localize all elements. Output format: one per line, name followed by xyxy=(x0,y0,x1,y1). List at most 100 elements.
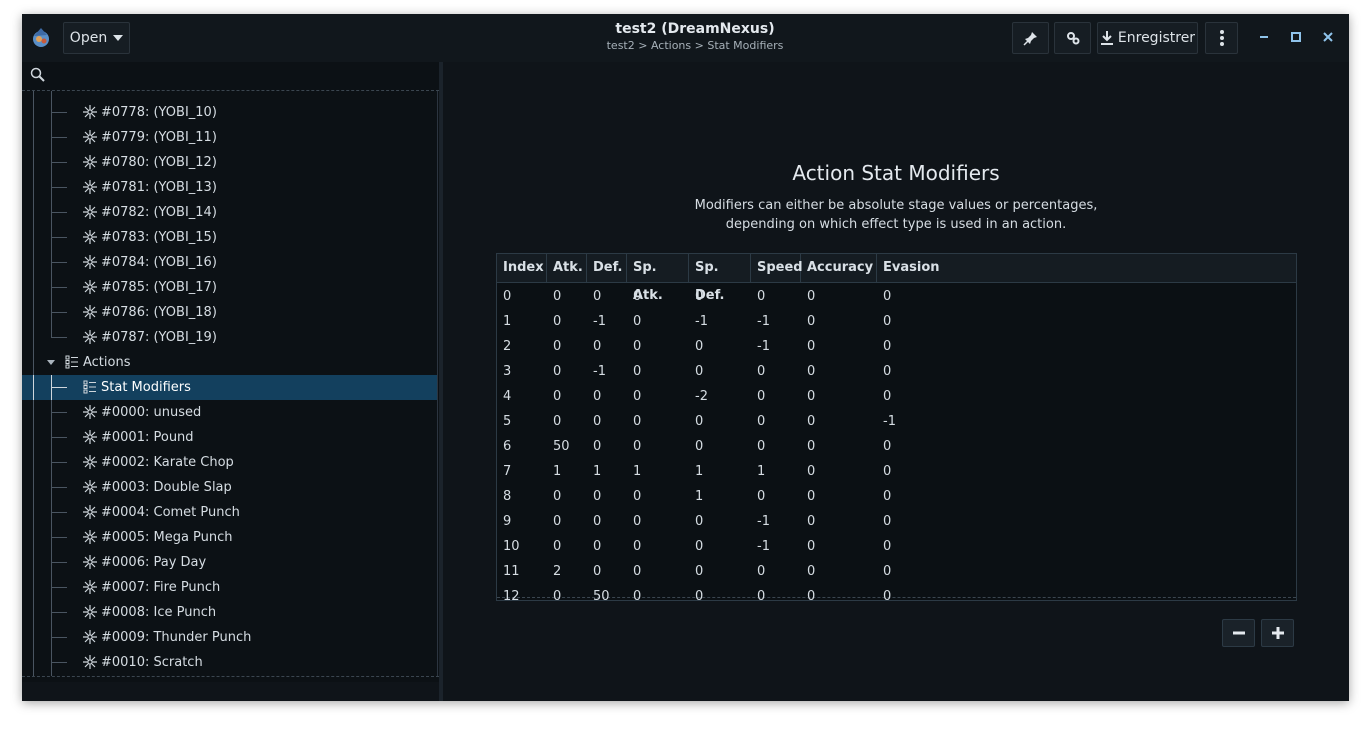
table-cell[interactable]: -1 xyxy=(751,334,801,359)
tree-item[interactable]: #0006: Pay Day xyxy=(22,550,437,575)
table-cell[interactable]: 9 xyxy=(497,509,547,534)
table-row[interactable]: 71111100 xyxy=(497,459,1296,484)
table-cell[interactable]: -1 xyxy=(587,309,627,334)
table-cell[interactable]: 0 xyxy=(877,459,1296,484)
minimize-button[interactable] xyxy=(1254,28,1274,48)
table-cell[interactable]: 0 xyxy=(547,584,587,600)
table-cell[interactable]: 0 xyxy=(689,284,751,309)
search-bar[interactable] xyxy=(22,62,439,91)
table-cell[interactable]: 0 xyxy=(801,534,877,559)
table-cell[interactable]: 3 xyxy=(497,359,547,384)
table-cell[interactable]: 0 xyxy=(801,434,877,459)
table-cell[interactable]: 0 xyxy=(587,484,627,509)
table-cell[interactable]: 0 xyxy=(801,359,877,384)
table-cell[interactable]: 0 xyxy=(751,359,801,384)
tree-item[interactable]: #0004: Comet Punch xyxy=(22,500,437,525)
table-cell[interactable]: 0 xyxy=(627,284,689,309)
tree-item[interactable]: #0003: Double Slap xyxy=(22,475,437,500)
tree-item[interactable]: #0000: unused xyxy=(22,400,437,425)
table-cell[interactable]: 0 xyxy=(547,409,587,434)
tree-item[interactable]: #0002: Karate Chop xyxy=(22,450,437,475)
table-cell[interactable]: 50 xyxy=(547,434,587,459)
table-cell[interactable]: 0 xyxy=(627,559,689,584)
table-cell[interactable]: 0 xyxy=(801,384,877,409)
table-row[interactable]: 6 50 0 0 0 0 0 0 xyxy=(497,434,1296,459)
table-cell[interactable]: 0 xyxy=(627,484,689,509)
table-cell[interactable]: 11 xyxy=(497,559,547,584)
tree-item[interactable]: #0782: (YOBI_14) xyxy=(22,200,437,225)
column-header-index[interactable]: Index xyxy=(497,254,547,282)
tree-group-actions[interactable]: Actions xyxy=(22,350,437,375)
table-cell[interactable]: 0 xyxy=(689,359,751,384)
table-row[interactable]: 10 0 0 0 0 -1 0 0 xyxy=(497,534,1296,559)
tree-item[interactable]: #0010: Scratch xyxy=(22,650,437,675)
table-row[interactable]: 1 0 -1 0 -1 -1 0 0 xyxy=(497,309,1296,334)
table-cell[interactable]: 0 xyxy=(547,534,587,559)
table-cell[interactable]: 0 xyxy=(627,359,689,384)
table-cell[interactable]: -2 xyxy=(689,384,751,409)
table-cell[interactable]: 0 xyxy=(627,509,689,534)
table-cell[interactable]: 0 xyxy=(751,484,801,509)
table-cell[interactable]: 0 xyxy=(689,559,751,584)
table-row[interactable]: 2 0 0 0 0 -1 0 0 xyxy=(497,334,1296,359)
tree-item[interactable]: #0778: (YOBI_10) xyxy=(22,100,437,125)
table-cell[interactable]: 0 xyxy=(801,334,877,359)
table-cell[interactable]: 0 xyxy=(627,534,689,559)
table-cell[interactable]: 0 xyxy=(627,409,689,434)
table-cell[interactable]: 0 xyxy=(877,484,1296,509)
table-cell[interactable]: 0 xyxy=(877,584,1296,600)
table-cell[interactable]: 0 xyxy=(751,409,801,434)
table-cell[interactable]: 0 xyxy=(877,334,1296,359)
table-cell[interactable]: 0 xyxy=(751,559,801,584)
table-row[interactable]: 00000000 xyxy=(497,284,1296,309)
table-cell[interactable]: 0 xyxy=(751,284,801,309)
table-cell[interactable]: 0 xyxy=(801,309,877,334)
table-cell[interactable]: 0 xyxy=(877,534,1296,559)
table-cell[interactable]: 0 xyxy=(689,409,751,434)
tree-item[interactable]: #0007: Fire Punch xyxy=(22,575,437,600)
tree-item[interactable]: #0787: (YOBI_19) xyxy=(22,325,437,350)
table-cell[interactable]: 0 xyxy=(689,509,751,534)
table-row[interactable]: 11 2 0 0 0 0 0 0 xyxy=(497,559,1296,584)
tree-item[interactable]: #0784: (YOBI_16) xyxy=(22,250,437,275)
table-cell[interactable]: -1 xyxy=(751,534,801,559)
table-cell[interactable]: 1 xyxy=(751,459,801,484)
table-cell[interactable]: 0 xyxy=(877,309,1296,334)
tree-item[interactable]: #0783: (YOBI_15) xyxy=(22,225,437,250)
stat-modifiers-table[interactable]: Index Atk. Def. Sp. Atk. Sp. Def. Speed Accura… xyxy=(496,253,1297,601)
table-row[interactable]: 9 0 0 0 0 -1 0 0 xyxy=(497,509,1296,534)
table-cell[interactable]: 0 xyxy=(587,284,627,309)
column-header-accuracy[interactable]: Accuracy xyxy=(801,254,877,282)
table-cell[interactable]: 1 xyxy=(627,459,689,484)
add-row-button[interactable] xyxy=(1261,619,1294,647)
wizard-hat-icon[interactable] xyxy=(30,26,52,48)
table-cell[interactable]: 0 xyxy=(689,534,751,559)
column-header-evasion[interactable]: Evasion xyxy=(877,254,1296,282)
table-cell[interactable]: 0 xyxy=(587,509,627,534)
menu-button[interactable] xyxy=(1205,22,1238,54)
pin-button[interactable] xyxy=(1012,22,1049,54)
table-cell[interactable]: 1 xyxy=(547,459,587,484)
table-cell[interactable]: 5 xyxy=(497,409,547,434)
column-header-speed[interactable]: Speed xyxy=(751,254,803,282)
column-header-sp-def[interactable]: Sp. Def. xyxy=(689,254,751,303)
table-cell[interactable]: 0 xyxy=(547,484,587,509)
table-cell[interactable]: 0 xyxy=(547,284,587,309)
table-row[interactable]: 3 0 -1 0 0 0 0 0 xyxy=(497,359,1296,384)
table-cell[interactable]: 0 xyxy=(627,434,689,459)
table-row[interactable]: 12 0 50 0 0 0 0 0 xyxy=(497,584,1296,600)
table-cell[interactable]: 0 xyxy=(751,434,801,459)
table-cell[interactable]: 7 xyxy=(497,459,547,484)
tree-item[interactable]: #0009: Thunder Punch xyxy=(22,625,437,650)
table-cell[interactable]: 0 xyxy=(497,284,547,309)
column-header-sp-atk[interactable]: Sp. Atk. xyxy=(627,254,689,303)
table-cell[interactable]: 0 xyxy=(801,484,877,509)
table-cell[interactable]: 2 xyxy=(547,559,587,584)
table-cell[interactable]: 0 xyxy=(547,384,587,409)
table-cell[interactable]: 0 xyxy=(877,284,1296,309)
table-cell[interactable]: -1 xyxy=(689,309,751,334)
table-cell[interactable]: 2 xyxy=(497,334,547,359)
remove-row-button[interactable] xyxy=(1222,619,1255,647)
table-cell[interactable]: -1 xyxy=(751,509,801,534)
tree-view[interactable]: #0778: (YOBI_10) #0779: (YOBI_11) #0780: (… xyxy=(22,91,438,676)
